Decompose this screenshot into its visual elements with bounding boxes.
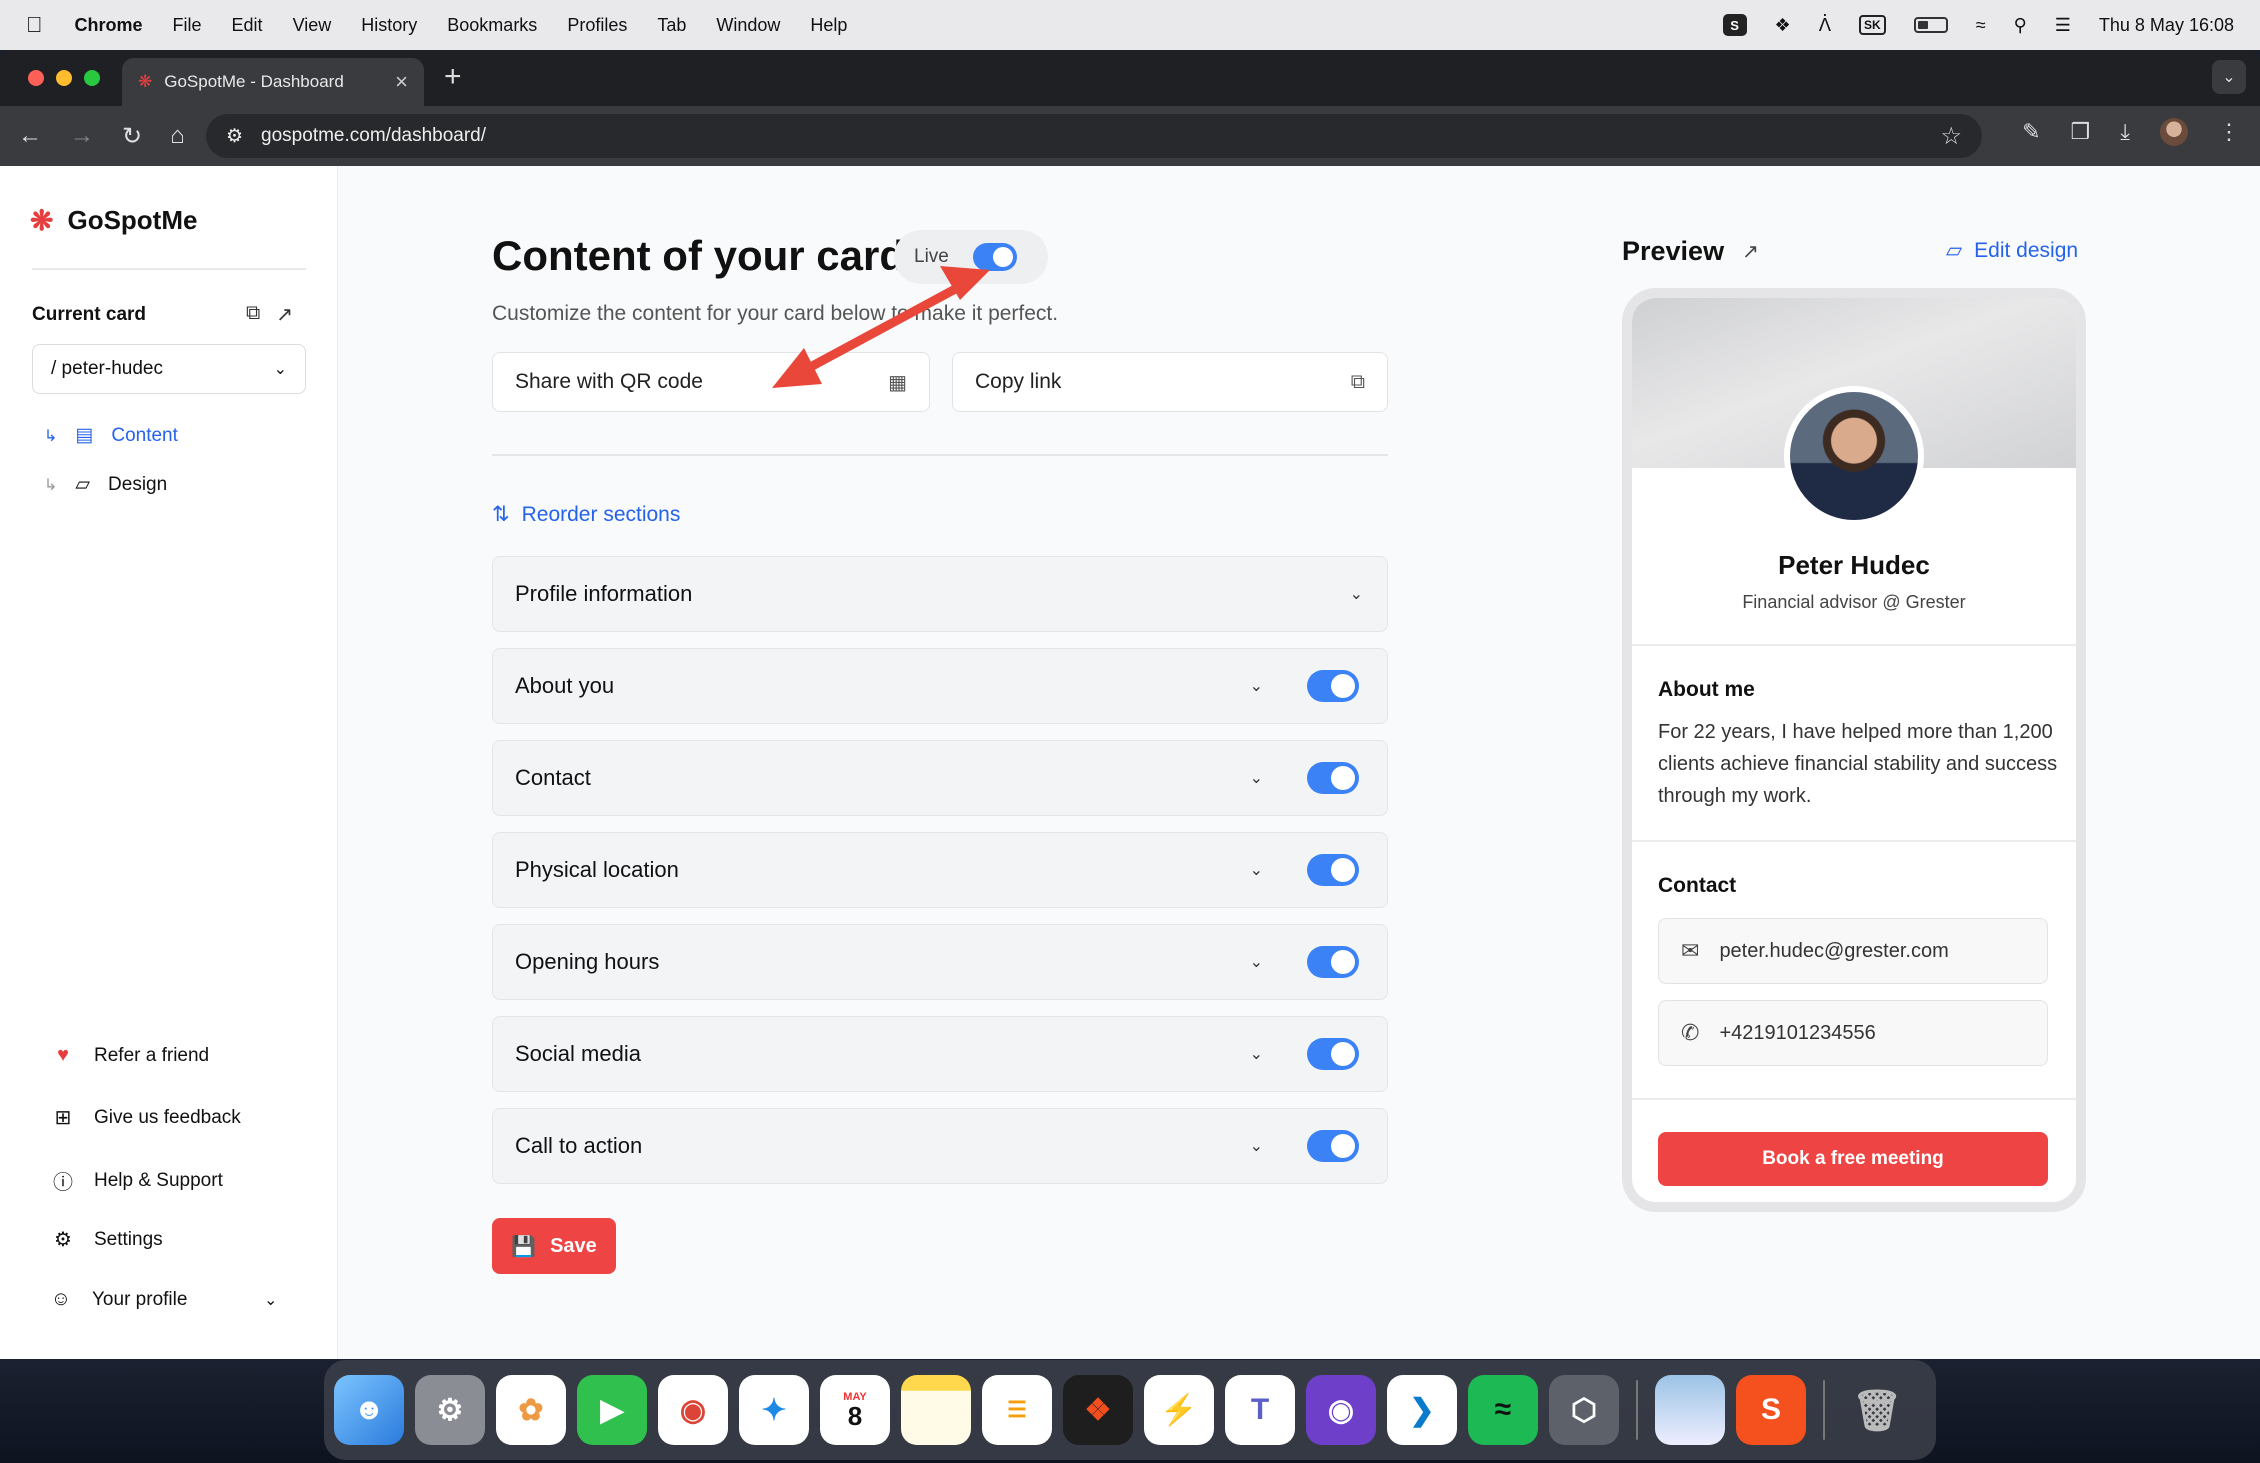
annotation-arrow [772, 266, 990, 388]
annotation-arrow-shaft [785, 275, 977, 383]
trash-icon[interactable]: 🗑 [1842, 1375, 1912, 1445]
facetime-icon[interactable]: ▶ [577, 1375, 647, 1445]
reminders-icon[interactable]: ☰ [982, 1375, 1052, 1445]
dock-separator [1636, 1380, 1638, 1440]
notes-icon[interactable] [901, 1375, 971, 1445]
unity-icon[interactable]: ⬡ [1549, 1375, 1619, 1445]
downloads-stack-icon[interactable] [1655, 1375, 1725, 1445]
messenger-icon[interactable]: ⚡ [1144, 1375, 1214, 1445]
calendar-icon[interactable]: MAY 8 [820, 1375, 890, 1445]
figma-icon[interactable]: ❖ [1063, 1375, 1133, 1445]
system-settings-icon[interactable]: ⚙ [415, 1375, 485, 1445]
teams-icon[interactable]: T [1225, 1375, 1295, 1445]
chrome-icon[interactable]: ◉ [658, 1375, 728, 1445]
calendar-day: 8 [847, 1400, 863, 1431]
macos-dock: ☻ ⚙ ✿ ▶ ◉ ✦ MAY 8 ☰ ❖ ⚡ T ◉ ❯ ≈ ⬡ S 🗑 [324, 1360, 1936, 1460]
s-app-icon[interactable]: S [1736, 1375, 1806, 1445]
photos-icon[interactable]: ✿ [496, 1375, 566, 1445]
finder-icon[interactable]: ☻ [334, 1375, 404, 1445]
github-desktop-icon[interactable]: ◉ [1306, 1375, 1376, 1445]
safari-icon[interactable]: ✦ [739, 1375, 809, 1445]
spotify-icon[interactable]: ≈ [1468, 1375, 1538, 1445]
dock-separator [1823, 1380, 1825, 1440]
vscode-icon[interactable]: ❯ [1387, 1375, 1457, 1445]
